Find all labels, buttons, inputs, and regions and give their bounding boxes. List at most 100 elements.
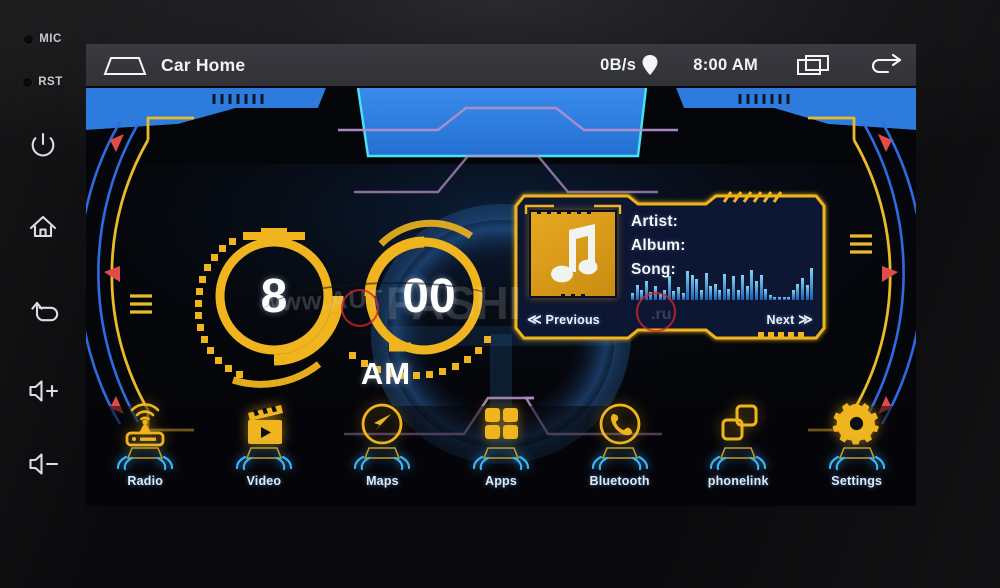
radio-antenna-icon xyxy=(118,400,172,450)
dock-item-maps[interactable]: Maps xyxy=(323,394,442,506)
art-tick xyxy=(587,211,591,214)
volume-up-icon xyxy=(29,380,59,402)
spectrum-bar xyxy=(732,276,736,300)
spectrum-bar xyxy=(635,285,639,300)
spectrum-bar xyxy=(810,268,814,300)
spectrum-bar xyxy=(686,271,690,300)
spectrum-bar xyxy=(791,289,795,300)
page-title: Car Home xyxy=(161,54,246,75)
icon-reflection xyxy=(108,447,182,473)
dock-item-phonelink[interactable]: phonelink xyxy=(679,394,798,506)
music-player-widget[interactable]: Artist: Album: Song: ≪ Previous Next ≫ xyxy=(510,188,830,346)
gear-icon xyxy=(830,400,884,450)
spectrum-bar xyxy=(631,293,634,300)
recent-apps-icon[interactable] xyxy=(796,54,830,76)
reset-indicator[interactable]: RST xyxy=(0,56,86,108)
spectrum-bar xyxy=(695,279,699,300)
left-bezel-controls: MIC RST xyxy=(0,22,86,566)
previous-track-button[interactable]: ≪ Previous xyxy=(527,311,600,328)
icon-reflection xyxy=(227,447,301,473)
spectrum-bar xyxy=(709,286,713,300)
phone-circle-icon xyxy=(593,400,647,450)
spectrum-bar xyxy=(741,274,745,300)
clock-time: 8:00 AM xyxy=(693,55,758,74)
dock-label-apps: Apps xyxy=(484,474,518,488)
clapperboard-icon xyxy=(237,400,291,450)
clock-minutes: 00 xyxy=(402,270,456,323)
spectrum-bar xyxy=(681,293,685,300)
network-speed: 0B/s xyxy=(600,55,637,74)
dock-label-phonelink: phonelink xyxy=(707,474,769,488)
car-home-outline-icon[interactable] xyxy=(102,54,148,76)
spectrum-bar xyxy=(773,296,777,300)
spectrum-bar xyxy=(805,285,809,300)
spectrum-bar xyxy=(745,286,749,300)
spectrum-bar xyxy=(718,289,722,300)
dock-item-apps[interactable]: Apps xyxy=(442,394,561,506)
spectrum-bar xyxy=(736,289,740,300)
spectrum-bar xyxy=(704,272,708,300)
spectrum-bar xyxy=(782,296,786,300)
volume-down-button[interactable] xyxy=(0,428,86,500)
back-arrow-icon[interactable] xyxy=(868,54,902,76)
spectrum-bar xyxy=(759,274,763,300)
dock-item-settings[interactable]: Settings xyxy=(797,394,916,506)
art-tick xyxy=(567,211,571,214)
spectrum-bar xyxy=(676,287,680,300)
spectrum-bar xyxy=(778,296,781,300)
album-art[interactable] xyxy=(529,210,617,298)
spectrum-bar xyxy=(787,296,791,300)
power-button[interactable] xyxy=(0,108,86,184)
clock-meridiem: AM xyxy=(360,356,412,391)
next-track-button[interactable]: Next ≫ xyxy=(767,311,813,328)
volume-up-button[interactable] xyxy=(0,354,86,428)
art-tick xyxy=(557,211,561,214)
art-tick xyxy=(581,294,585,297)
spectrum-bar xyxy=(649,292,653,300)
icon-reflection xyxy=(820,447,894,473)
icon-reflection xyxy=(345,447,419,473)
mic-label: MIC xyxy=(39,33,62,45)
home-icon xyxy=(29,215,57,238)
app-dock[interactable]: Radio Video Maps Apps Bluetooth phonelin… xyxy=(86,394,916,506)
spectrum-bar xyxy=(750,270,754,300)
back-button[interactable] xyxy=(0,268,86,354)
spectrum-bar xyxy=(658,294,662,300)
art-tick xyxy=(561,294,565,297)
art-tick xyxy=(547,211,551,214)
reset-label: RST xyxy=(38,76,63,88)
art-tick xyxy=(571,294,575,297)
spectrum-bar xyxy=(663,289,667,300)
location-pin-icon xyxy=(642,55,658,75)
back-arrow-icon xyxy=(31,301,59,322)
spectrum-bar xyxy=(667,276,671,300)
head-unit-device: MIC RST Car Home 0B/s 8:00 AM 8 00 AM Ar… xyxy=(0,0,1000,588)
previous-label: Previous xyxy=(545,313,600,327)
prev-chevron-icon: ≪ xyxy=(527,311,542,327)
spectrum-bar xyxy=(755,280,759,300)
icon-reflection xyxy=(464,447,538,473)
spectrum-bar xyxy=(640,289,644,300)
spectrum-bar xyxy=(796,284,800,300)
apps-grid-icon xyxy=(474,400,528,450)
spectrum-bar xyxy=(722,273,726,300)
spectrum-bar xyxy=(800,278,804,300)
status-bar-right: 0B/s 8:00 AM xyxy=(600,54,916,76)
touchscreen-display[interactable]: Car Home 0B/s 8:00 AM 8 00 AM Artist: Al… xyxy=(86,44,916,506)
reset-dot-icon[interactable] xyxy=(23,77,33,87)
volume-down-icon xyxy=(29,453,59,475)
dock-item-radio[interactable]: Radio xyxy=(86,394,205,506)
dock-item-bluetooth[interactable]: Bluetooth xyxy=(560,394,679,506)
home-button[interactable] xyxy=(0,184,86,268)
spectrum-bar xyxy=(672,290,676,300)
mic-indicator: MIC xyxy=(0,22,86,56)
spectrum-bar xyxy=(768,295,772,300)
spectrum-bar xyxy=(764,288,768,300)
spectrum-bar xyxy=(713,284,717,300)
clock-widget[interactable]: 8 00 AM xyxy=(171,184,521,414)
audio-spectrum-visualizer xyxy=(631,268,814,300)
mic-dot-icon xyxy=(24,34,34,44)
dock-item-video[interactable]: Video xyxy=(205,394,324,506)
icon-reflection xyxy=(583,447,657,473)
dock-label-bluetooth: Bluetooth xyxy=(589,474,650,488)
